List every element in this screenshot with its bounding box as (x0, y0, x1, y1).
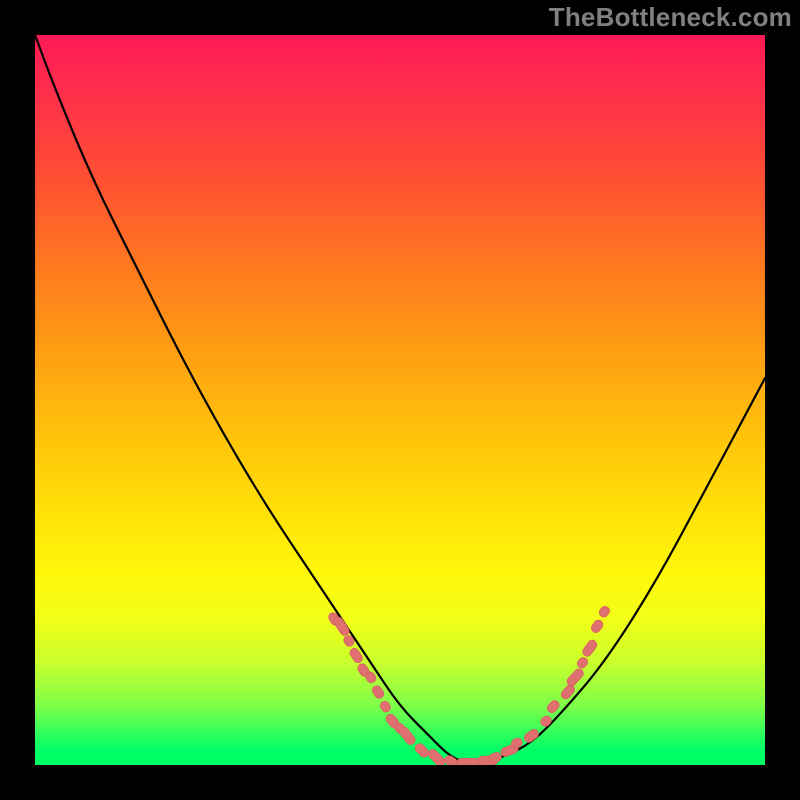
curve-marker (581, 638, 599, 658)
bottleneck-curve-line (35, 35, 765, 763)
curve-marker (398, 725, 417, 746)
curve-marker (523, 728, 541, 744)
curve-marker (575, 656, 589, 670)
watermark-text: TheBottleneck.com (549, 2, 792, 33)
chart-svg (35, 35, 765, 765)
curve-marker (332, 616, 350, 637)
curve-marker (546, 699, 562, 715)
curve-marker (565, 667, 585, 688)
curve-marker (590, 618, 605, 634)
curve-marker (371, 684, 386, 700)
curve-marker (598, 605, 612, 619)
curve-marker (539, 714, 553, 728)
plot-area (35, 35, 765, 765)
curve-marker (413, 742, 430, 759)
curve-markers-group (327, 605, 611, 765)
chart-frame: TheBottleneck.com (0, 0, 800, 800)
curve-marker (379, 700, 393, 714)
